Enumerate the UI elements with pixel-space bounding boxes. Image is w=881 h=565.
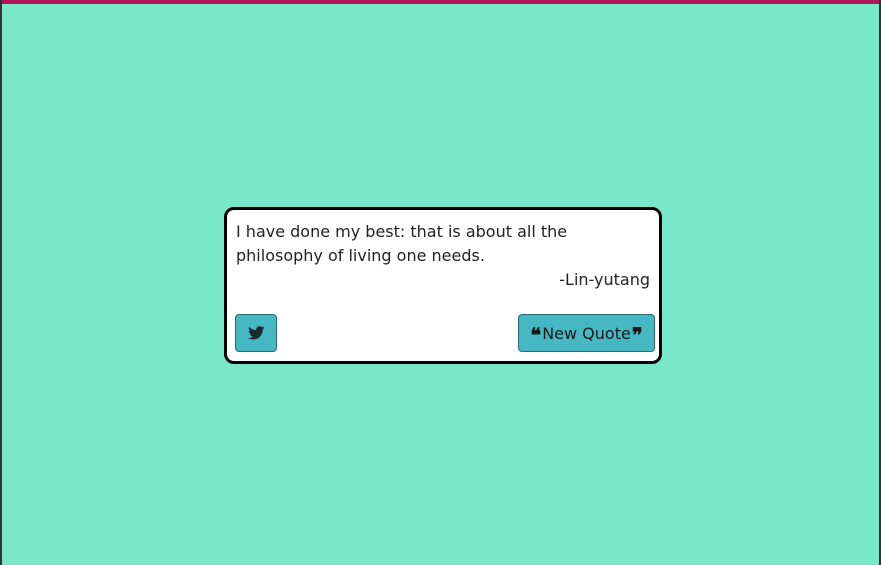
tweet-button[interactable] <box>235 314 277 352</box>
page-background: I have done my best: that is about all t… <box>0 0 881 565</box>
open-quote-icon: ❝ <box>530 323 542 347</box>
quote-author: -Lin-yutang <box>559 270 650 289</box>
new-quote-button[interactable]: ❝ New Quote ❞ <box>518 314 655 352</box>
close-quote-icon: ❞ <box>631 323 643 347</box>
new-quote-label: New Quote <box>542 323 631 343</box>
quote-card: I have done my best: that is about all t… <box>224 207 662 364</box>
quote-text: I have done my best: that is about all t… <box>236 222 568 265</box>
twitter-icon <box>247 326 265 340</box>
top-accent-bar <box>2 0 879 4</box>
